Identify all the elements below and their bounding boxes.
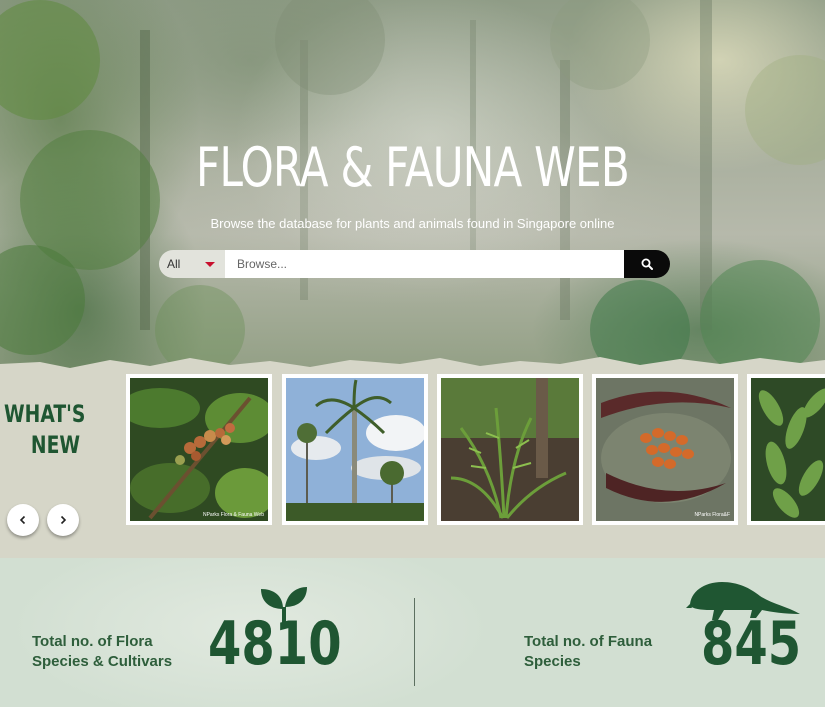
species-photo [130, 378, 268, 521]
species-photo [286, 378, 424, 521]
search-button[interactable] [624, 250, 670, 278]
whats-new-item[interactable] [747, 374, 825, 525]
whats-new-item[interactable]: NParks Flora & Fauna Web [126, 374, 272, 525]
carousel-next-button[interactable] [47, 504, 79, 536]
photo-credit: NParks Flora & Fauna Web [202, 512, 264, 518]
photo-credit: NParks Flora&F [694, 512, 730, 518]
whats-new-heading-line1: WHAT'S [4, 400, 86, 428]
whats-new-item[interactable] [282, 374, 428, 525]
site-subtitle: Browse the database for plants and anima… [210, 216, 615, 231]
chevron-left-icon [19, 515, 26, 525]
whats-new-heading: WHAT'S NEW [4, 399, 86, 461]
whats-new-item[interactable]: NParks Flora&F [592, 374, 738, 525]
fauna-label-line2: Species [524, 653, 581, 670]
whats-new-heading-line2: NEW [30, 431, 80, 459]
flora-count-label: Total no. of Flora Species & Cultivars [32, 632, 172, 672]
fauna-label-line1: Total no. of Fauna [524, 633, 653, 650]
flora-label-line1: Total no. of Flora [32, 633, 153, 650]
carousel-prev-button[interactable] [7, 504, 39, 536]
search-icon [641, 258, 653, 270]
fauna-count-label: Total no. of Fauna Species [524, 632, 652, 672]
chevron-right-icon [60, 515, 67, 525]
flora-count: 4810 [208, 609, 342, 679]
site-title: FLORA & FAUNA WEB [196, 136, 630, 199]
search-bar: All [159, 250, 670, 278]
stats-divider [414, 598, 415, 686]
flora-label-line2: Species & Cultivars [32, 653, 173, 670]
species-photo [596, 378, 734, 521]
whats-new-item[interactable] [437, 374, 583, 525]
species-photo [751, 378, 825, 521]
caret-down-icon [205, 262, 215, 267]
fauna-count: 845 [701, 609, 802, 679]
search-input[interactable] [225, 250, 624, 278]
hero-banner: FLORA & FAUNA WEB Browse the database fo… [0, 0, 825, 390]
category-dropdown-value: All [167, 257, 181, 271]
category-dropdown[interactable]: All [159, 250, 225, 278]
species-photo [441, 378, 579, 521]
